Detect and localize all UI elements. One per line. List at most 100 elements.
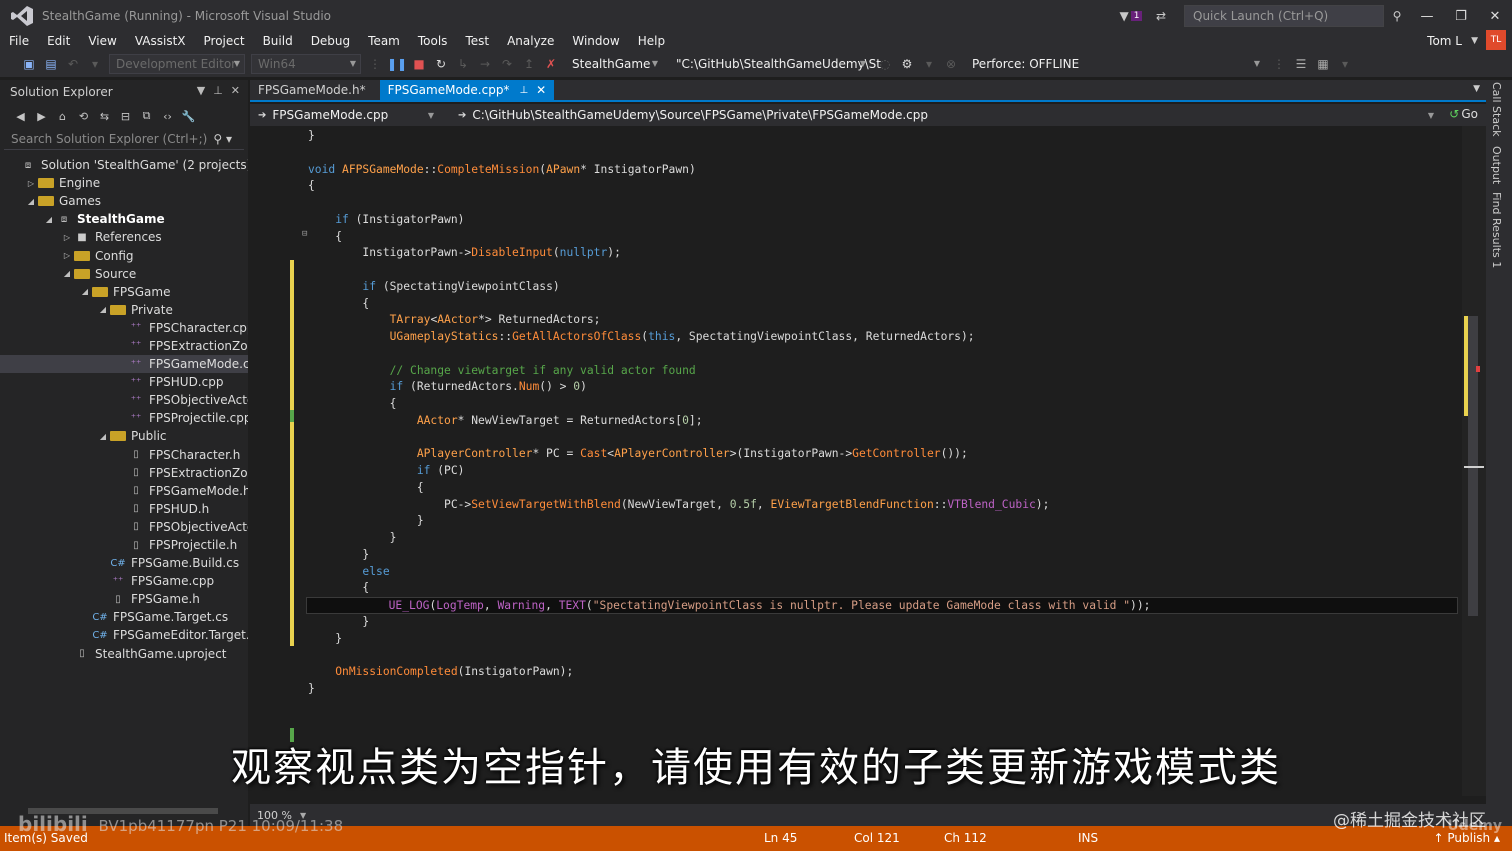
back-icon[interactable]: ◀ (12, 110, 29, 123)
redo-dropdown-icon[interactable]: ▾ (84, 54, 106, 74)
view-code-icon[interactable]: ‹› (159, 110, 176, 123)
code-line[interactable]: if (ReturnedActors.Num() > 0) (308, 379, 587, 396)
tree-item[interactable]: ⁺⁺ FPSProjectile.cpp (0, 409, 248, 427)
restore-button[interactable]: ❐ (1444, 0, 1478, 32)
code-line[interactable]: } (308, 128, 315, 145)
vertical-scrollbar[interactable] (1462, 126, 1486, 796)
tree-item[interactable]: ▯ FPSExtractionZone.l (0, 464, 248, 482)
toolbar-overflow-icon[interactable]: ⋮ (364, 54, 386, 74)
configuration-select[interactable]: Development Editor ▼ (109, 53, 245, 74)
step-out-icon[interactable]: ↥ (518, 54, 540, 74)
tab-fpsgamemode-h[interactable]: FPSGameMode.h* (250, 80, 374, 100)
gear-dropdown-icon[interactable]: ▾ (918, 54, 940, 74)
tree-item[interactable]: ⁺⁺ FPSObjectiveActor.c (0, 391, 248, 409)
code-line[interactable]: void AFPSGameMode::CompleteMission(APawn… (308, 162, 696, 179)
expander-icon[interactable]: ◢ (42, 215, 56, 224)
expander-icon[interactable]: ◢ (60, 269, 74, 278)
command-args-select[interactable]: "C:\GitHub\StealthGameUdemy\St ▼ (669, 53, 881, 74)
search-icon[interactable]: ⚲ (1384, 5, 1410, 27)
tree-item[interactable]: ⁺⁺ FPSExtractionZone. (0, 337, 248, 355)
tree-item[interactable]: ◢ Games (0, 192, 248, 210)
format-icon[interactable]: ▦ (1312, 54, 1334, 74)
menu-window[interactable]: Window (563, 32, 628, 50)
close-icon[interactable]: ✕ (536, 83, 546, 97)
tree-item[interactable]: ◢ FPSGame (0, 283, 248, 301)
code-line[interactable]: TArray<AActor*> ReturnedActors; (308, 312, 601, 329)
collapse-icon[interactable]: ⊟ (302, 229, 307, 239)
tree-item[interactable]: ▷ Engine (0, 174, 248, 192)
tree-item[interactable]: ▷ Config (0, 246, 248, 264)
show-next-statement-icon[interactable]: ↳ (452, 54, 474, 74)
tree-item[interactable]: ◢ Private (0, 301, 248, 319)
tree-item[interactable]: ▷ ■ References (0, 228, 248, 246)
startup-project-select[interactable]: StealthGame ▼ (565, 53, 663, 74)
code-line[interactable]: // Change viewtarget if any valid actor … (308, 363, 696, 380)
save-all-icon[interactable]: ▤ (40, 54, 62, 74)
gear-icon[interactable]: ⚙ (896, 54, 918, 74)
path-nav-select[interactable]: ➔ C:\GitHub\StealthGameUdemy\Source\FPSG… (450, 105, 1440, 125)
expander-icon[interactable]: ◢ (78, 287, 92, 296)
code-line[interactable]: InstigatorPawn->DisableInput(nullptr); (308, 245, 620, 262)
tree-item[interactable]: ◢ Public (0, 427, 248, 445)
step-over-icon[interactable]: ↷ (496, 54, 518, 74)
tree-item[interactable]: ▯ StealthGame.uproject (0, 645, 248, 663)
code-line[interactable]: } (308, 530, 397, 547)
restart-icon[interactable]: ↻ (430, 54, 452, 74)
breakpoints-icon[interactable]: ✗ (540, 54, 562, 74)
wrench-icon[interactable]: 🔧 (180, 110, 197, 123)
tree-item[interactable]: ⁺⁺ FPSGameMode.cpp (0, 355, 248, 374)
menu-analyze[interactable]: Analyze (498, 32, 563, 50)
minimize-button[interactable]: — (1410, 0, 1444, 32)
source-control-select[interactable]: Perforce: OFFLINE ▼ (965, 53, 1265, 74)
menu-edit[interactable]: Edit (38, 32, 79, 50)
menu-tools[interactable]: Tools (409, 32, 457, 50)
step-into-icon[interactable]: → (474, 54, 496, 74)
close-button[interactable]: ✕ (1478, 0, 1512, 32)
avatar[interactable]: TL (1486, 30, 1506, 50)
code-line[interactable]: PC->SetViewTargetWithBlend(NewViewTarget… (308, 497, 1049, 514)
code-line[interactable]: if (InstigatorPawn) (308, 212, 464, 229)
stop-icon[interactable]: ■ (408, 54, 430, 74)
pin-icon[interactable]: ⊥ (519, 85, 528, 96)
notification-filter-icon[interactable]: ▼ 1 (1116, 6, 1146, 26)
code-line[interactable]: { (308, 296, 369, 313)
show-all-files-icon[interactable]: ⧉ (138, 109, 155, 123)
find-results-tab[interactable]: Find Results 1 (1490, 192, 1503, 268)
menu-project[interactable]: Project (195, 32, 254, 50)
code-line[interactable]: UGameplayStatics::GetAllActorsOfClass(th… (308, 329, 975, 346)
tree-item[interactable]: ▯ FPSObjectiveActor.l (0, 518, 248, 536)
undo-icon[interactable]: ↶ (62, 54, 84, 74)
chevron-down-icon[interactable]: ▼ (1471, 32, 1478, 50)
tree-item[interactable]: ▯ FPSGame.h (0, 590, 248, 608)
expander-icon[interactable]: ▷ (24, 179, 38, 188)
go-button[interactable]: ↺ Go (1449, 107, 1478, 121)
expander-icon[interactable]: ▷ (60, 251, 74, 260)
menu-debug[interactable]: Debug (302, 32, 359, 50)
menu-help[interactable]: Help (629, 32, 674, 50)
tree-item[interactable]: C# FPSGame.Build.cs (0, 554, 248, 572)
menu-build[interactable]: Build (254, 32, 302, 50)
tree-item[interactable]: ◢ Source (0, 265, 248, 283)
code-line[interactable]: } (308, 681, 315, 698)
code-line[interactable]: } (308, 614, 369, 631)
dropdown-icon[interactable]: ▼ (197, 84, 205, 97)
expander-icon[interactable]: ◢ (96, 432, 110, 441)
tree-item[interactable]: ▯ FPSGameMode.h (0, 482, 248, 500)
expander-icon[interactable]: ◢ (96, 305, 110, 314)
pin-icon[interactable]: ⊥ (213, 84, 223, 97)
code-line[interactable]: { (308, 178, 315, 195)
home-icon[interactable]: ⌂ (54, 110, 71, 123)
expander-icon[interactable]: ▷ (60, 233, 74, 242)
tree-item[interactable]: ▯ FPSHUD.h (0, 500, 248, 518)
menu-vassistx[interactable]: VAssistX (126, 32, 195, 50)
collapse-all-icon[interactable]: ⊟ (117, 110, 134, 123)
tab-fpsgamemode-cpp[interactable]: FPSGameMode.cpp* ⊥ ✕ (379, 80, 555, 100)
code-line[interactable]: AActor* NewViewTarget = ReturnedActors[0… (308, 413, 703, 430)
code-line[interactable]: else (308, 564, 389, 581)
tab-list-dropdown-icon[interactable]: ▼ (1473, 84, 1480, 94)
tree-item[interactable]: ⁺⁺ FPSCharacter.cpp (0, 319, 248, 337)
code-text[interactable]: ⊟ }void AFPSGameMode::CompleteMission(AP… (302, 126, 1462, 796)
forward-icon[interactable]: ▶ (33, 110, 50, 123)
code-line[interactable]: { (308, 480, 424, 497)
menu-team[interactable]: Team (359, 32, 409, 50)
